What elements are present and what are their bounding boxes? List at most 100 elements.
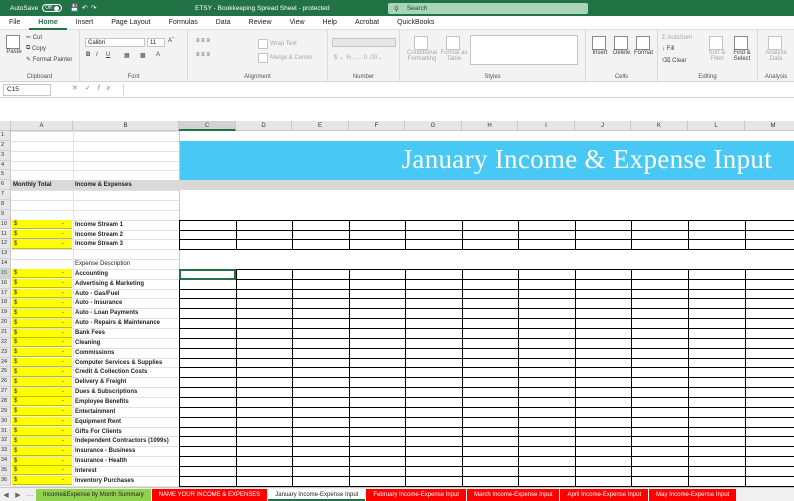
search-box[interactable]: ⚲ Search	[388, 3, 588, 14]
column-header-h[interactable]: H	[462, 121, 518, 131]
row-header-32[interactable]: 32	[0, 436, 11, 447]
font-size-select[interactable]: 11	[147, 38, 165, 47]
row-header-3[interactable]: 3	[0, 150, 11, 161]
sheet-tab[interactable]: NAME YOUR INCOME & EXPENSES	[151, 488, 268, 501]
column-header-a[interactable]: A	[11, 121, 73, 131]
column-header-l[interactable]: L	[688, 121, 745, 131]
row-header-27[interactable]: 27	[0, 387, 11, 397]
bold-button[interactable]: B	[86, 52, 90, 58]
monthly-total-cell[interactable]: $ -	[12, 387, 72, 397]
quick-access-icons[interactable]: 💾↶↷	[70, 4, 99, 12]
row-header-12[interactable]: 12	[0, 239, 11, 250]
sheet-tab[interactable]: January Income-Expense Input	[268, 488, 366, 501]
monthly-total-cell[interactable]: $ -	[12, 417, 72, 427]
paste-button[interactable]: Paste	[6, 35, 22, 55]
row-header-10[interactable]: 10	[0, 219, 11, 230]
column-header-i[interactable]: I	[518, 121, 575, 131]
formula-input[interactable]	[123, 84, 791, 96]
menu-tab-help[interactable]: Help	[314, 16, 346, 30]
analyze-data-button[interactable]: Analyze Data	[762, 36, 790, 62]
find-select-button[interactable]: Find & Select	[730, 36, 754, 62]
menu-tab-page-layout[interactable]: Page Layout	[102, 16, 159, 30]
sort-filter-button[interactable]: Sort & Filter	[706, 36, 728, 62]
monthly-total-cell[interactable]: $ -	[12, 279, 72, 289]
monthly-total-cell[interactable]: $ -	[12, 367, 72, 377]
row-header-29[interactable]: 29	[0, 406, 11, 417]
row-header-6[interactable]: 6	[0, 180, 11, 191]
borders-icon[interactable]: ▦	[124, 52, 130, 59]
tab-more-icon[interactable]: …	[24, 491, 36, 498]
font-grow-icon[interactable]: Aˆ	[168, 38, 174, 44]
monthly-total-cell[interactable]: $ -	[12, 446, 72, 456]
row-header-8[interactable]: 8	[0, 199, 11, 210]
conditional-formatting-button[interactable]: Conditional Formatting	[406, 36, 438, 62]
row-header-33[interactable]: 33	[0, 446, 11, 457]
fill-button[interactable]: ↓ Fill	[662, 46, 674, 52]
row-header-28[interactable]: 28	[0, 396, 11, 407]
monthly-total-cell[interactable]: $ -	[12, 436, 72, 446]
currency-icon[interactable]: $ ⌄ % , ←.0 .00→	[334, 54, 383, 61]
column-header-b[interactable]: B	[73, 121, 179, 131]
menu-tab-data[interactable]: Data	[207, 16, 240, 30]
menu-tab-insert[interactable]: Insert	[67, 16, 103, 30]
menu-tab-file[interactable]: File	[0, 16, 29, 30]
menu-tab-quickbooks[interactable]: QuickBooks	[388, 16, 443, 30]
monthly-total-cell[interactable]: $ -	[12, 298, 72, 308]
row-header-2[interactable]: 2	[0, 140, 11, 151]
align-left-icon[interactable]: ≡ ≡ ≡	[196, 52, 210, 58]
format-button[interactable]: Format	[634, 36, 653, 56]
row-header-31[interactable]: 31	[0, 426, 11, 437]
row-header-36[interactable]: 36	[0, 475, 11, 486]
row-header-18[interactable]: 18	[0, 298, 11, 309]
cell-styles-gallery[interactable]	[470, 35, 578, 65]
monthly-total-cell[interactable]: $ -	[12, 289, 72, 299]
selected-cell[interactable]	[179, 268, 236, 280]
row-header-16[interactable]: 16	[0, 278, 11, 289]
row-header-17[interactable]: 17	[0, 288, 11, 299]
row-header-11[interactable]: 11	[0, 229, 11, 240]
monthly-total-cell[interactable]: $ -	[12, 220, 72, 230]
row-header-7[interactable]: 7	[0, 190, 11, 200]
monthly-total-cell[interactable]: $ -	[12, 427, 72, 436]
delete-button[interactable]: Delete	[613, 36, 630, 56]
monthly-total-cell[interactable]: $ -	[12, 308, 72, 318]
row-header-23[interactable]: 23	[0, 347, 11, 358]
row-header-21[interactable]: 21	[0, 328, 11, 338]
row-header-30[interactable]: 30	[0, 416, 11, 427]
sheet-tab[interactable]: May Income-Expense Input	[649, 488, 737, 501]
fill-color-icon[interactable]: ▩	[140, 52, 146, 59]
menu-tab-view[interactable]: View	[281, 16, 314, 30]
autosum-button[interactable]: Σ AutoSum	[662, 35, 692, 41]
column-header-g[interactable]: G	[405, 121, 462, 131]
row-header-26[interactable]: 26	[0, 377, 11, 388]
row-header-35[interactable]: 35	[0, 465, 11, 476]
row-header-1[interactable]: 1	[0, 131, 11, 141]
row-header-19[interactable]: 19	[0, 308, 11, 319]
column-header-c[interactable]: C	[179, 121, 236, 131]
row-header-22[interactable]: 22	[0, 337, 11, 348]
row-header-20[interactable]: 20	[0, 318, 11, 328]
monthly-total-cell[interactable]: $ -	[12, 476, 72, 486]
name-box[interactable]: C15	[3, 84, 51, 96]
sheet-tab[interactable]: March Income-Expense Input	[467, 488, 560, 501]
row-header-14[interactable]: 14	[0, 259, 11, 269]
worksheet-grid[interactable]: January Income & Expense Input ABCDEFGHI…	[0, 121, 794, 487]
monthly-total-cell[interactable]: $ -	[12, 338, 72, 348]
sheet-tab[interactable]: April Income-Expense Input	[560, 488, 649, 501]
monthly-total-cell[interactable]: $ -	[12, 239, 72, 249]
monthly-total-cell[interactable]: $ -	[12, 348, 72, 358]
row-header-9[interactable]: 9	[0, 209, 11, 220]
tab-next-icon[interactable]: ▶	[12, 491, 24, 499]
menu-tab-acrobat[interactable]: Acrobat	[346, 16, 388, 30]
autosave-toggle[interactable]: Off	[42, 4, 63, 12]
formula-icons[interactable]: ✕✓fx	[72, 84, 117, 92]
format-painter-button[interactable]: ✎ Format Painter	[26, 56, 72, 64]
italic-button[interactable]: I	[96, 52, 98, 58]
column-header-f[interactable]: F	[349, 121, 405, 131]
wrap-text-button[interactable]: Wrap Text	[258, 39, 297, 49]
monthly-total-cell[interactable]: $ -	[12, 230, 72, 239]
sheet-tab[interactable]: Income&Expense by Month Summary	[36, 488, 151, 501]
monthly-total-cell[interactable]: $ -	[12, 466, 72, 476]
monthly-total-cell[interactable]: $ -	[12, 269, 72, 279]
row-header-24[interactable]: 24	[0, 357, 11, 368]
